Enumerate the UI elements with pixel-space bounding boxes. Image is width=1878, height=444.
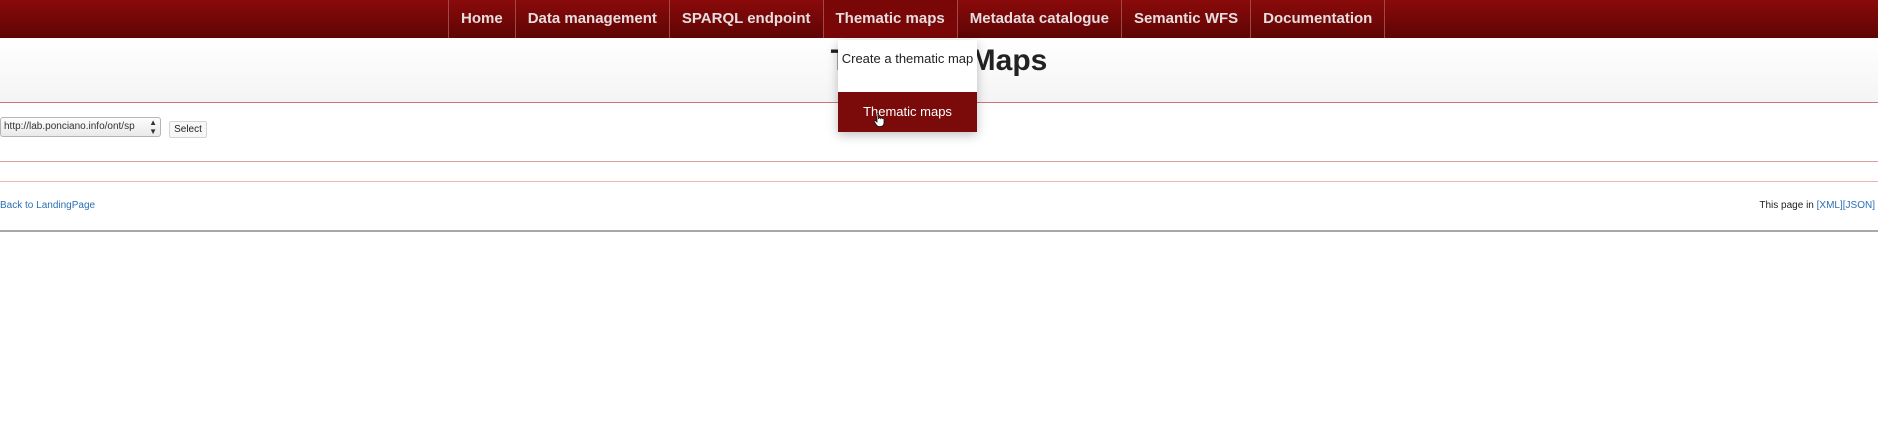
nav-menu: Home Data management SPARQL endpoint The… bbox=[448, 0, 1386, 38]
nav-sparql-endpoint[interactable]: SPARQL endpoint bbox=[668, 0, 823, 38]
divider bbox=[0, 181, 1878, 182]
menu-item-create-thematic-map[interactable]: Create a thematic map bbox=[838, 51, 977, 66]
format-links: This page in [XML][JSON] bbox=[1759, 200, 1875, 211]
select-button[interactable]: Select bbox=[169, 121, 207, 138]
this-page-in-label: This page in bbox=[1759, 200, 1814, 211]
nav-documentation[interactable]: Documentation bbox=[1250, 0, 1386, 38]
hand-pointer-icon bbox=[873, 113, 885, 127]
page: Home Data management SPARQL endpoint The… bbox=[0, 0, 1878, 444]
divider bbox=[0, 161, 1878, 162]
nav-data-management[interactable]: Data management bbox=[514, 0, 669, 38]
ontology-select-value: http://lab.ponciano.info/ont/sp bbox=[4, 121, 135, 132]
nav-semantic-wfs[interactable]: Semantic WFS bbox=[1120, 0, 1250, 38]
menu-item-thematic-maps[interactable]: Thematic maps bbox=[838, 92, 977, 132]
json-link[interactable]: [JSON] bbox=[1843, 200, 1875, 211]
thematic-maps-dropdown: Create a thematic map Thematic maps bbox=[838, 40, 977, 132]
xml-link[interactable]: [XML] bbox=[1817, 200, 1843, 211]
top-navbar: Home Data management SPARQL endpoint The… bbox=[0, 0, 1878, 39]
nav-home[interactable]: Home bbox=[448, 0, 515, 38]
updown-arrows-icon: ▲ ▼ bbox=[149, 118, 157, 136]
nav-thematic-maps[interactable]: Thematic maps bbox=[822, 0, 957, 38]
ontology-select[interactable]: http://lab.ponciano.info/ont/sp ▲ ▼ bbox=[0, 117, 161, 137]
back-to-landing-link[interactable]: Back to LandingPage bbox=[0, 200, 95, 211]
nav-metadata-catalogue[interactable]: Metadata catalogue bbox=[956, 0, 1121, 38]
divider bbox=[0, 230, 1878, 232]
